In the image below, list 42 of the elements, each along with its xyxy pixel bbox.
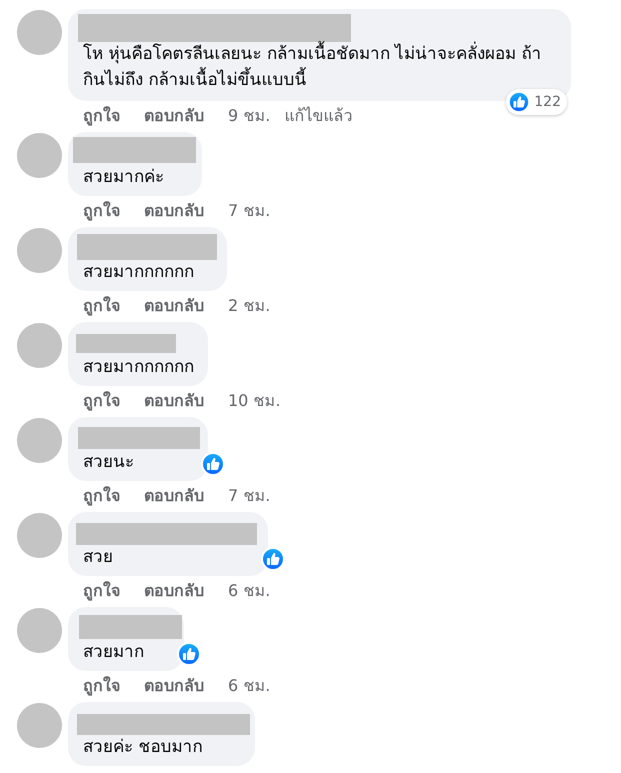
like-link[interactable]: ถูกใจ xyxy=(83,486,120,506)
timestamp-link[interactable]: 6 ชม. xyxy=(228,676,270,696)
like-link[interactable]: ถูกใจ xyxy=(83,201,120,221)
comment-text: สวยมากกกกกก xyxy=(83,261,194,284)
comment-text: สวยค่ะ ชอบมาก xyxy=(83,736,202,759)
comment-text: สวยมากกกกกก xyxy=(83,356,194,379)
reply-link[interactable]: ตอบกลับ xyxy=(144,486,204,506)
reply-link[interactable]: ตอบกลับ xyxy=(144,391,204,411)
comment-text: สวยนะ xyxy=(83,451,134,474)
like-link[interactable]: ถูกใจ xyxy=(83,581,120,601)
timestamp-link[interactable]: 9 ชม. xyxy=(228,106,270,126)
like-link[interactable]: ถูกใจ xyxy=(83,676,120,696)
reply-link[interactable]: ตอบกลับ xyxy=(144,106,204,126)
thumbs-up-icon xyxy=(261,547,285,571)
timestamp-link[interactable]: 10 ชม. xyxy=(228,391,281,411)
timestamp-link[interactable]: 7 ชม. xyxy=(228,486,270,506)
reply-link[interactable]: ตอบกลับ xyxy=(144,676,204,696)
avatar[interactable] xyxy=(17,228,62,273)
thumbs-up-icon xyxy=(177,642,201,666)
avatar[interactable] xyxy=(17,513,62,558)
comment-text: สวย xyxy=(83,546,113,569)
avatar[interactable] xyxy=(17,10,62,55)
like-link[interactable]: ถูกใจ xyxy=(83,296,120,316)
reply-link[interactable]: ตอบกลับ xyxy=(144,581,204,601)
thumbs-up-icon xyxy=(508,91,530,113)
reactions-button[interactable]: 122 xyxy=(506,89,567,115)
comment-text: สวยมาก xyxy=(83,641,144,664)
reply-link[interactable]: ตอบกลับ xyxy=(144,296,204,316)
avatar[interactable] xyxy=(17,418,62,463)
avatar[interactable] xyxy=(17,133,62,178)
avatar[interactable] xyxy=(17,323,62,368)
avatar[interactable] xyxy=(17,703,62,748)
timestamp-link[interactable]: 2 ชม. xyxy=(228,296,270,316)
like-link[interactable]: ถูกใจ xyxy=(83,391,120,411)
timestamp-link[interactable]: 7 ชม. xyxy=(228,201,270,221)
like-link[interactable]: ถูกใจ xyxy=(83,106,120,126)
avatar[interactable] xyxy=(17,608,62,653)
edited-label: แก้ไขแล้ว xyxy=(284,106,352,126)
reply-link[interactable]: ตอบกลับ xyxy=(144,201,204,221)
comment-text: สวยมากค่ะ xyxy=(83,166,164,189)
timestamp-link[interactable]: 6 ชม. xyxy=(228,581,270,601)
thumbs-up-icon xyxy=(201,452,225,476)
